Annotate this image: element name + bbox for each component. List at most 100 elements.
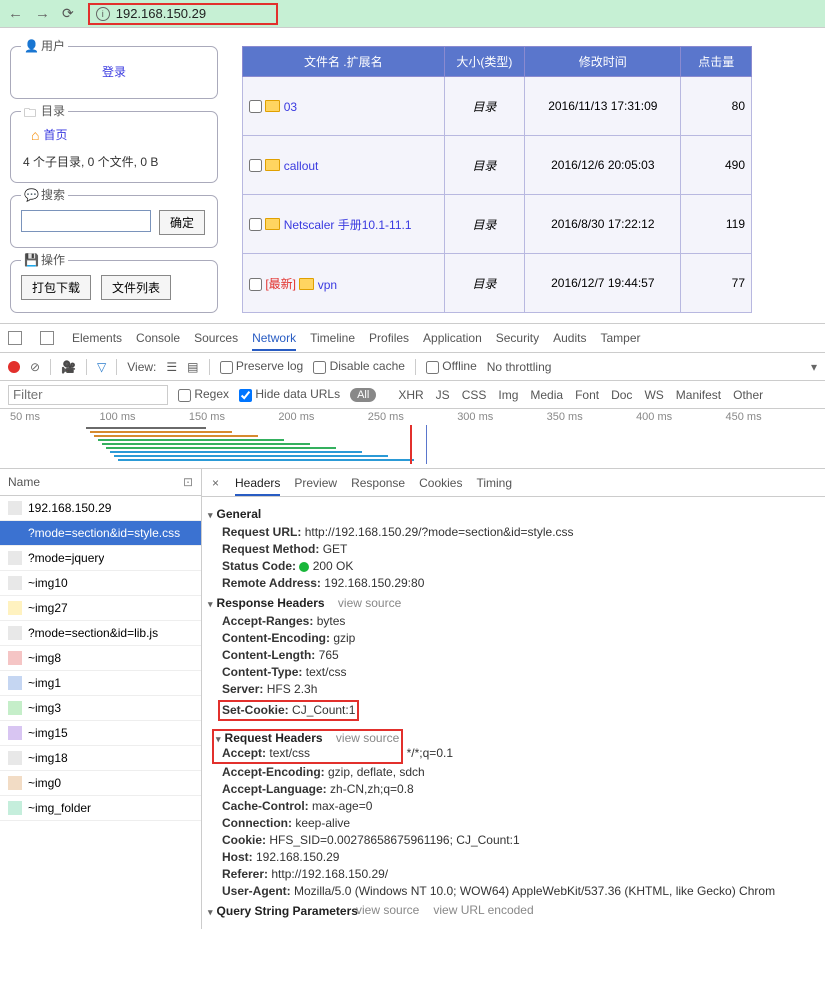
detail-tab-cookies[interactable]: Cookies <box>419 472 462 494</box>
detail-tab-timing[interactable]: Timing <box>476 472 512 494</box>
request-row[interactable]: ?mode=section&id=style.css <box>0 521 201 546</box>
clear-icon[interactable]: ⊘ <box>30 360 40 374</box>
request-row[interactable]: ~img15 <box>0 721 201 746</box>
devtool-tab-console[interactable]: Console <box>136 327 180 349</box>
devtool-tab-profiles[interactable]: Profiles <box>369 327 409 349</box>
request-row[interactable]: 192.168.150.29 <box>0 496 201 521</box>
devtool-tab-tamper[interactable]: Tamper <box>600 327 640 349</box>
file-type-icon <box>8 651 22 665</box>
devtool-tab-application[interactable]: Application <box>423 327 482 349</box>
file-type-icon <box>8 701 22 715</box>
filter-type-font[interactable]: Font <box>575 388 599 402</box>
login-link[interactable]: 登录 <box>102 65 126 79</box>
request-row[interactable]: ~img1 <box>0 671 201 696</box>
request-row[interactable]: ~img0 <box>0 771 201 796</box>
devtool-tab-network[interactable]: Network <box>252 327 296 351</box>
close-detail-icon[interactable]: × <box>212 476 219 490</box>
col-name[interactable]: 文件名 .扩展名 <box>243 47 445 77</box>
throttle-select[interactable]: No throttling <box>487 360 552 374</box>
folder-icon <box>265 218 280 230</box>
request-row[interactable]: ?mode=jquery <box>0 546 201 571</box>
file-name[interactable]: vpn <box>318 277 337 291</box>
col-hits[interactable]: 点击量 <box>681 47 752 77</box>
device-icon[interactable] <box>40 331 54 345</box>
devtool-tab-sources[interactable]: Sources <box>194 327 238 349</box>
filter-type-media[interactable]: Media <box>530 388 563 402</box>
request-list: Name ⊡ 192.168.150.29?mode=section&id=sty… <box>0 469 202 929</box>
detail-pane: × Headers Preview Response Cookies Timing Ge… <box>202 469 825 929</box>
detail-tab-preview[interactable]: Preview <box>294 472 337 494</box>
row-checkbox[interactable] <box>249 218 262 231</box>
home-link[interactable]: 首页 <box>43 126 67 143</box>
devtool-tab-security[interactable]: Security <box>496 327 539 349</box>
table-row[interactable]: [最新] vpn目录2016/12/7 19:44:5777 <box>243 254 752 313</box>
filter-type-manifest[interactable]: Manifest <box>676 388 721 402</box>
offline-checkbox[interactable] <box>426 361 439 374</box>
request-row[interactable]: ~img8 <box>0 646 201 671</box>
status-dot-icon <box>299 562 309 572</box>
filter-icon[interactable]: ▽ <box>97 360 106 374</box>
view-large-icon[interactable]: ▤ <box>187 360 198 374</box>
disable-cache-checkbox[interactable] <box>313 361 326 374</box>
devtool-tab-audits[interactable]: Audits <box>553 327 586 349</box>
file-name[interactable]: callout <box>284 158 319 172</box>
request-row[interactable]: ~img3 <box>0 696 201 721</box>
reqlist-head[interactable]: Name <box>8 475 40 489</box>
request-headers-heading[interactable]: Request Headers <box>216 731 399 745</box>
qsp-view-encoded[interactable]: view URL encoded <box>433 903 533 917</box>
hide-dataurl-checkbox[interactable] <box>239 389 252 402</box>
preserve-log-checkbox[interactable] <box>220 361 233 374</box>
row-checkbox[interactable] <box>249 100 262 113</box>
devtool-tab-timeline[interactable]: Timeline <box>310 327 355 349</box>
filter-type-xhr[interactable]: XHR <box>398 388 423 402</box>
table-row[interactable]: callout目录2016/12/6 20:05:03490 <box>243 136 752 195</box>
search-button[interactable]: 确定 <box>159 210 205 235</box>
close-panel-icon[interactable]: ⊡ <box>183 475 193 489</box>
forward-arrow-icon[interactable]: → <box>35 5 50 22</box>
qsp-view-source[interactable]: view source <box>356 903 419 917</box>
request-row[interactable]: ?mode=section&id=lib.js <box>0 621 201 646</box>
reload-icon[interactable]: ⟳ <box>62 5 74 22</box>
view-label: View: <box>127 360 156 374</box>
col-size[interactable]: 大小(类型) <box>444 47 525 77</box>
detail-tab-headers[interactable]: Headers <box>235 472 280 496</box>
table-row[interactable]: Netscaler 手册10.1-11.1目录2016/8/30 17:22:1… <box>243 195 752 254</box>
pack-download-button[interactable]: 打包下载 <box>21 275 91 300</box>
capture-icon[interactable]: 🎥 <box>61 360 76 374</box>
inspect-icon[interactable] <box>8 331 22 345</box>
general-heading[interactable]: General <box>208 507 811 521</box>
devtool-tab-elements[interactable]: Elements <box>72 327 122 349</box>
request-row[interactable]: ~img18 <box>0 746 201 771</box>
record-icon[interactable] <box>8 361 20 373</box>
filter-all[interactable]: All <box>350 388 376 402</box>
throttle-caret-icon[interactable]: ▾ <box>811 360 817 374</box>
table-row[interactable]: 03目录2016/11/13 17:31:0980 <box>243 77 752 136</box>
devtool-subbar: ⊘ 🎥 ▽ View: ☰ ▤ Preserve log Disable cac… <box>0 353 825 381</box>
search-input[interactable] <box>21 210 151 232</box>
row-checkbox[interactable] <box>249 159 262 172</box>
dir-panel-title: 目录 <box>41 102 65 119</box>
filter-type-other[interactable]: Other <box>733 388 763 402</box>
view-list-icon[interactable]: ☰ <box>166 360 177 374</box>
filter-type-css[interactable]: CSS <box>462 388 487 402</box>
url-box[interactable]: i 192.168.150.29 <box>88 3 278 25</box>
filter-type-doc[interactable]: Doc <box>611 388 632 402</box>
row-checkbox[interactable] <box>249 278 262 291</box>
file-name[interactable]: 03 <box>284 99 297 113</box>
col-time[interactable]: 修改时间 <box>525 47 681 77</box>
request-row[interactable]: ~img10 <box>0 571 201 596</box>
detail-tab-response[interactable]: Response <box>351 472 405 494</box>
filter-type-img[interactable]: Img <box>498 388 518 402</box>
regex-checkbox[interactable] <box>178 389 191 402</box>
set-cookie-highlight: Set-Cookie: CJ_Count:1 <box>218 700 359 721</box>
request-row[interactable]: ~img_folder <box>0 796 201 821</box>
response-headers-heading[interactable]: Response Headers <box>208 596 811 610</box>
timeline[interactable]: 50 ms100 ms150 ms200 ms250 ms300 ms350 m… <box>0 409 825 469</box>
back-arrow-icon[interactable]: ← <box>8 5 23 22</box>
file-list-button[interactable]: 文件列表 <box>101 275 171 300</box>
filter-type-js[interactable]: JS <box>436 388 450 402</box>
filter-type-ws[interactable]: WS <box>644 388 663 402</box>
file-name[interactable]: Netscaler 手册10.1-11.1 <box>284 218 412 232</box>
request-row[interactable]: ~img27 <box>0 596 201 621</box>
filter-input[interactable] <box>8 385 168 405</box>
